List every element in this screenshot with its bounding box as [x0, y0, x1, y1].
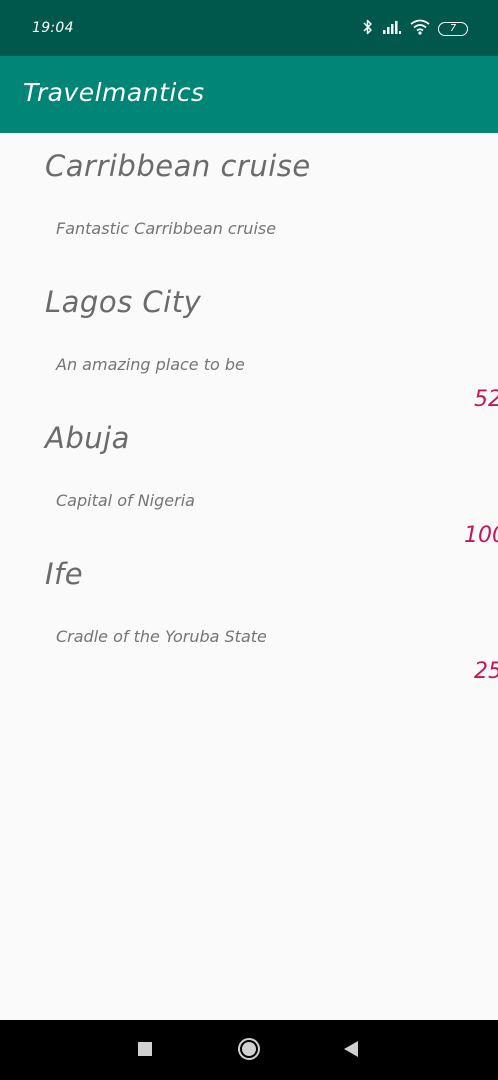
bluetooth-icon — [362, 18, 374, 40]
battery-icon: 7 — [438, 22, 468, 36]
status-time: 19:04 — [32, 20, 74, 36]
square-icon — [137, 1041, 153, 1061]
triangle-back-icon — [342, 1040, 360, 1062]
home-button[interactable] — [236, 1038, 262, 1064]
deal-title: Abuja — [45, 421, 130, 455]
recents-button[interactable] — [132, 1038, 158, 1064]
deal-item[interactable]: Ife Cradle of the Yoruba State 25 — [0, 541, 498, 684]
deal-item[interactable]: Carribbean cruise Fantastic Carribbean c… — [0, 133, 498, 269]
deal-price: 25 — [474, 659, 498, 684]
app-bar: Travelmantics — [0, 56, 498, 133]
deal-description: An amazing place to be — [56, 355, 245, 374]
circle-icon — [237, 1037, 261, 1065]
status-icons: 7 — [362, 16, 468, 42]
deal-description: Fantastic Carribbean cruise — [56, 219, 277, 238]
back-button[interactable] — [338, 1038, 364, 1064]
deal-title: Lagos City — [45, 285, 202, 319]
signal-icon — [382, 19, 402, 39]
deal-title: Ife — [45, 557, 84, 591]
battery-level: 7 — [449, 23, 457, 34]
deal-list[interactable]: Carribbean cruise Fantastic Carribbean c… — [0, 133, 498, 1020]
deal-description: Cradle of the Yoruba State — [56, 627, 267, 646]
deal-title: Carribbean cruise — [45, 149, 311, 183]
deal-description: Capital of Nigeria — [56, 491, 195, 510]
navigation-bar — [0, 1020, 498, 1080]
deal-item[interactable]: Lagos City An amazing place to be 52 — [0, 269, 498, 412]
app-title: Travelmantics — [23, 78, 205, 107]
status-bar: 19:04 7 — [0, 0, 498, 56]
deal-item[interactable]: Abuja Capital of Nigeria 100 — [0, 405, 498, 548]
wifi-icon — [410, 19, 430, 39]
